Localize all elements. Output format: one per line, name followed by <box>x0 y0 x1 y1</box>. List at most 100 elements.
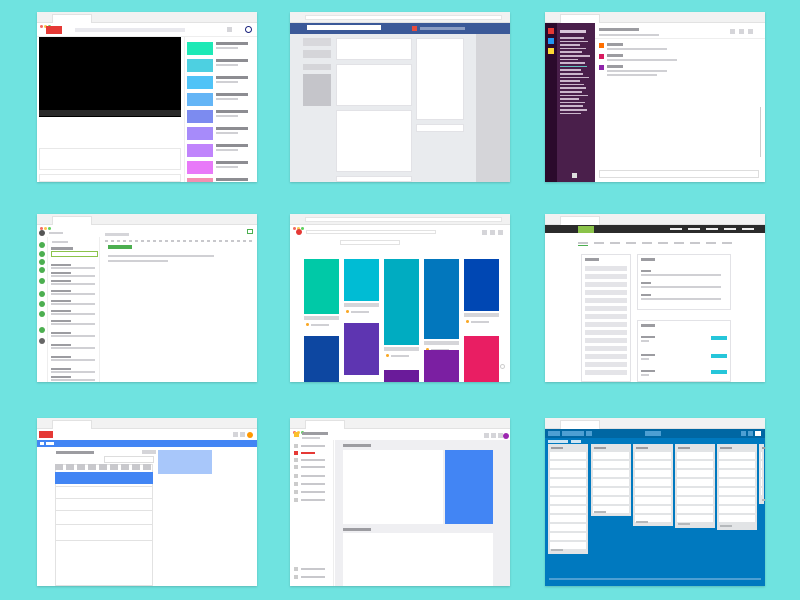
category-tabs[interactable] <box>340 240 400 245</box>
message-snippet[interactable] <box>51 275 95 277</box>
video-thumbnail[interactable] <box>187 76 213 89</box>
add-card-button[interactable] <box>720 525 732 527</box>
message-sender[interactable] <box>51 376 71 378</box>
nav-item-icon[interactable] <box>294 498 298 502</box>
message-sender[interactable] <box>51 290 71 292</box>
kanban-card[interactable] <box>550 506 586 513</box>
kanban-card[interactable] <box>550 533 586 540</box>
kanban-card[interactable] <box>719 452 755 459</box>
site-logo[interactable] <box>645 431 661 436</box>
kanban-card[interactable] <box>719 506 755 513</box>
kanban-card[interactable] <box>761 470 762 477</box>
kanban-card[interactable] <box>550 497 586 504</box>
message-snippet[interactable] <box>51 283 95 285</box>
panel-item[interactable] <box>585 282 627 287</box>
nav-item-label[interactable] <box>301 452 315 454</box>
boards-button[interactable] <box>548 431 560 436</box>
team-icon[interactable] <box>548 28 554 34</box>
message-snippet[interactable] <box>51 303 95 305</box>
video-title[interactable] <box>216 42 248 45</box>
upload-icon[interactable] <box>227 27 232 32</box>
pin-image[interactable] <box>384 370 419 382</box>
message-snippet[interactable] <box>51 359 95 361</box>
avatar[interactable] <box>755 431 761 436</box>
kanban-card[interactable] <box>635 461 671 468</box>
contact-avatar[interactable] <box>39 301 45 307</box>
action-button[interactable] <box>711 354 727 358</box>
message-snippet[interactable] <box>51 335 95 337</box>
add-card-button[interactable] <box>594 511 606 513</box>
add-card-button[interactable] <box>762 499 765 501</box>
nav-item-label[interactable] <box>301 483 325 485</box>
video-thumbnail[interactable] <box>187 93 213 106</box>
kanban-card[interactable] <box>635 488 671 495</box>
message-sender[interactable] <box>51 272 71 274</box>
search-input[interactable] <box>306 230 436 234</box>
video-thumbnail[interactable] <box>187 110 213 123</box>
help-label[interactable] <box>301 576 325 578</box>
search-input[interactable] <box>307 25 381 30</box>
message-sender[interactable] <box>51 344 71 346</box>
channel-item[interactable] <box>560 101 585 104</box>
kanban-card[interactable] <box>761 479 762 486</box>
action-button[interactable] <box>711 336 727 340</box>
kanban-card[interactable] <box>635 497 671 504</box>
channel-item[interactable] <box>560 51 582 53</box>
contact-avatar[interactable] <box>39 291 45 297</box>
nav-item-label[interactable] <box>301 499 325 501</box>
message-snippet[interactable] <box>51 379 95 381</box>
panel-item[interactable] <box>585 330 627 335</box>
contact-avatar[interactable] <box>39 267 45 273</box>
workspace-name[interactable] <box>560 30 586 33</box>
formula-bar[interactable] <box>104 456 154 463</box>
pin-image[interactable] <box>464 336 499 382</box>
kanban-card[interactable] <box>677 452 713 459</box>
pin-image[interactable] <box>304 336 339 382</box>
kanban-card[interactable] <box>635 506 671 513</box>
browser-tab[interactable] <box>560 216 600 225</box>
panel-item[interactable] <box>585 370 627 375</box>
panel-item[interactable] <box>585 306 627 311</box>
nav-item-icon[interactable] <box>294 490 298 494</box>
search-input[interactable] <box>562 431 584 436</box>
video-thumbnail[interactable] <box>187 178 213 182</box>
grid-row[interactable] <box>55 540 153 541</box>
nav-item-label[interactable] <box>301 459 325 461</box>
help-button[interactable] <box>500 364 505 369</box>
video-title[interactable] <box>216 144 248 147</box>
panel-item[interactable] <box>585 274 627 279</box>
message-sender[interactable] <box>51 264 71 266</box>
document-page[interactable] <box>343 533 493 586</box>
video-thumbnail[interactable] <box>187 144 213 157</box>
video-thumbnail[interactable] <box>187 59 213 72</box>
video-title[interactable] <box>216 76 248 79</box>
site-logo[interactable] <box>296 229 302 235</box>
nav-item-label[interactable] <box>301 475 325 477</box>
add-channel-icon[interactable] <box>572 173 577 178</box>
video-title[interactable] <box>216 161 248 164</box>
kanban-card[interactable] <box>761 452 762 459</box>
kanban-card[interactable] <box>719 479 755 486</box>
contact-avatar[interactable] <box>39 278 45 284</box>
video-thumbnail[interactable] <box>187 42 213 55</box>
pin-image[interactable] <box>304 259 339 314</box>
app-logo[interactable] <box>294 432 299 437</box>
contact-avatar[interactable] <box>39 327 45 333</box>
browser-tab[interactable] <box>52 420 92 429</box>
video-title[interactable] <box>216 110 248 113</box>
nav-item-label[interactable] <box>301 445 325 447</box>
channel-item[interactable] <box>560 83 584 86</box>
kanban-card[interactable] <box>550 524 586 531</box>
nav-item-icon[interactable] <box>294 474 298 478</box>
channel-item[interactable] <box>560 76 589 79</box>
grid-row[interactable] <box>55 524 153 525</box>
grid-row[interactable] <box>55 486 153 487</box>
kanban-card[interactable] <box>550 488 586 495</box>
kanban-card[interactable] <box>550 461 586 468</box>
kanban-card[interactable] <box>593 470 629 477</box>
sub-nav[interactable] <box>578 242 733 244</box>
channel-item[interactable] <box>560 105 583 107</box>
pin-image[interactable] <box>344 259 379 301</box>
channel-item[interactable] <box>560 69 581 71</box>
site-logo[interactable] <box>46 26 62 34</box>
